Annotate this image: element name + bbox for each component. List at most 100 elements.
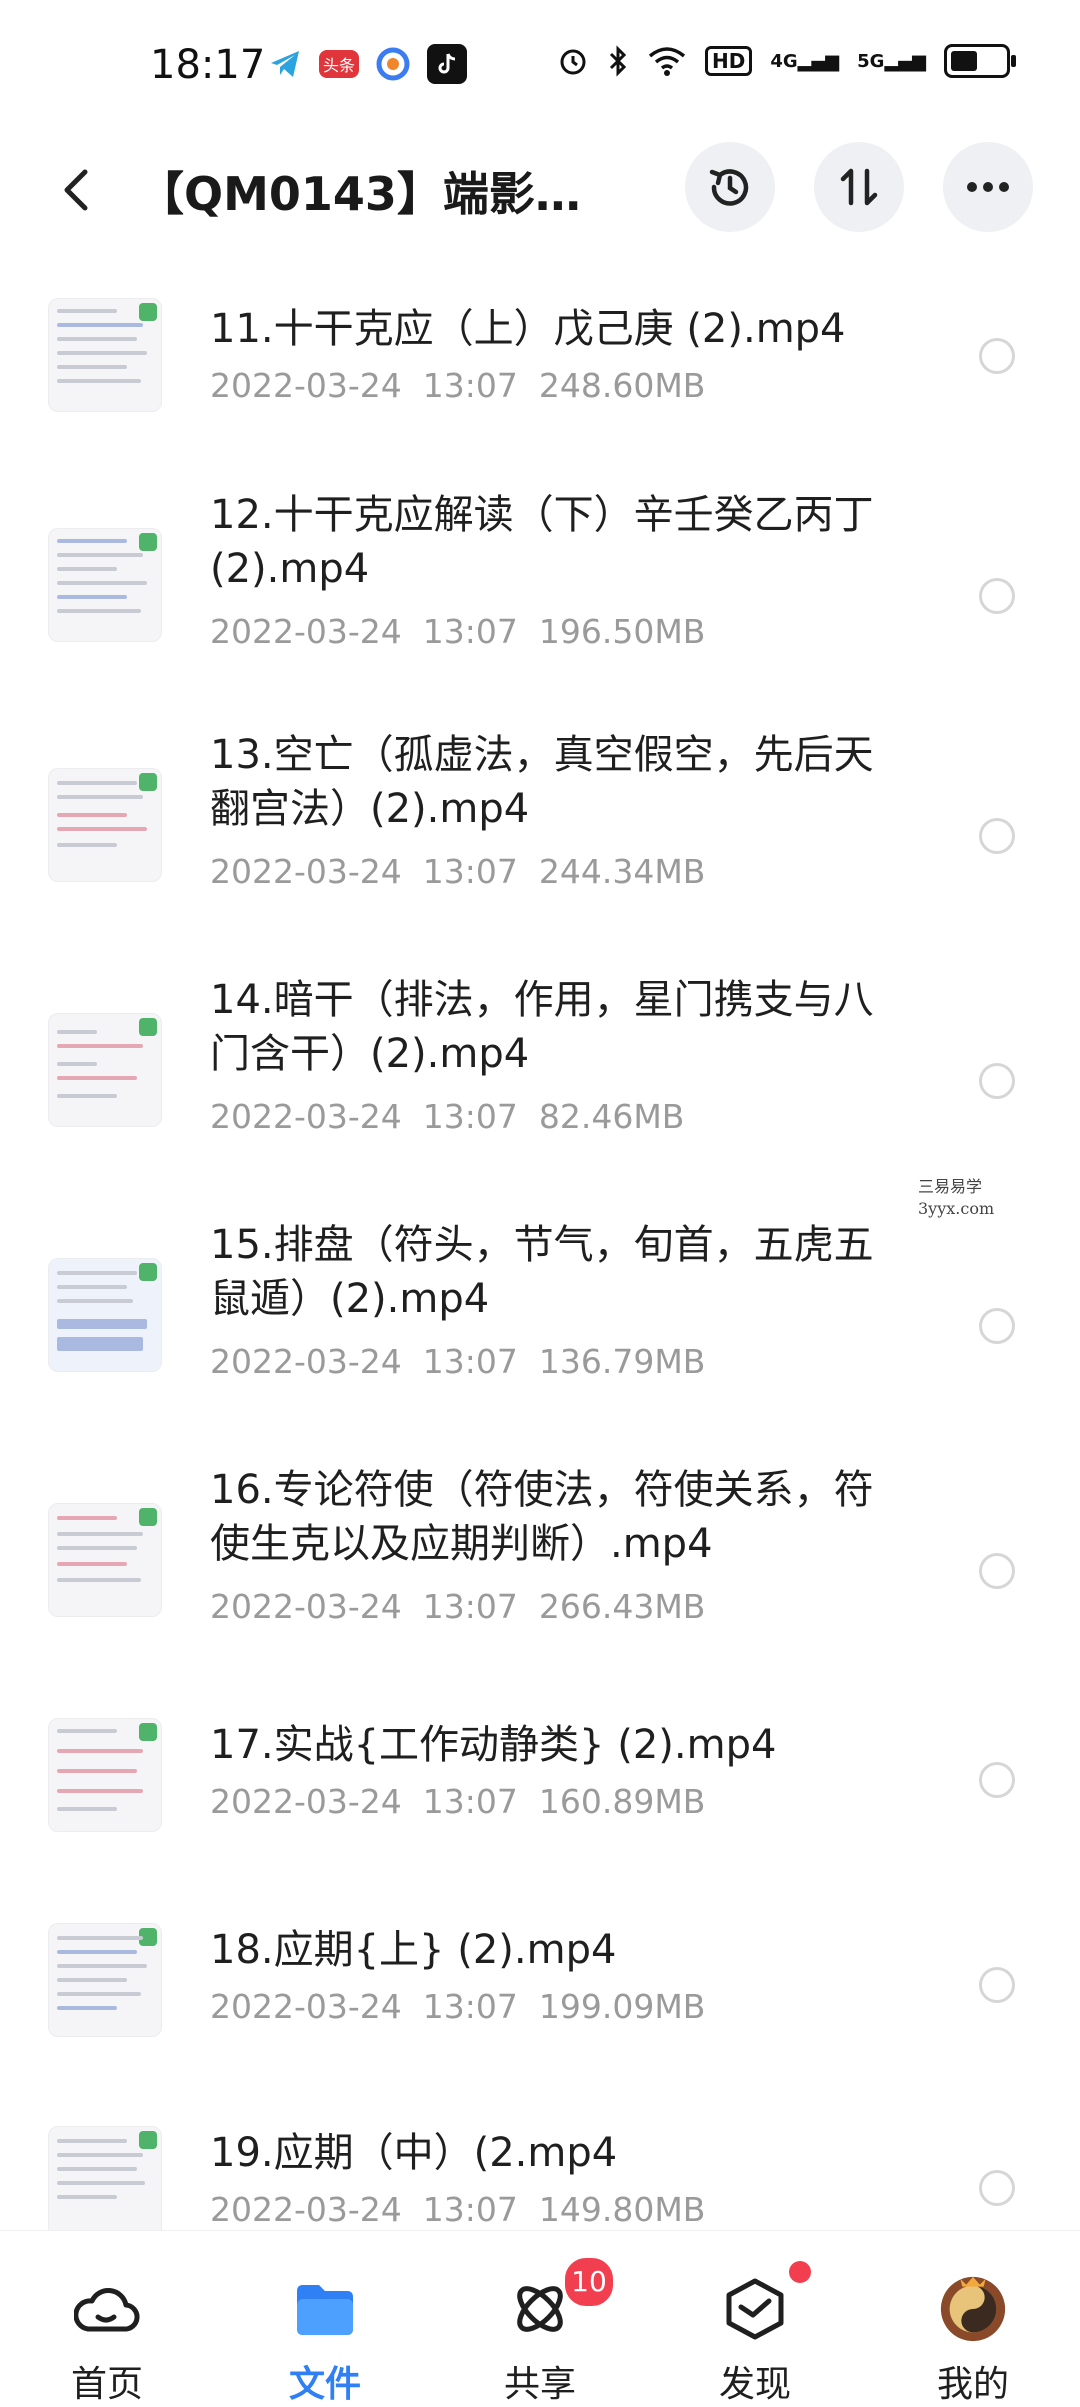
file-size: 149.80MB [538,2190,706,2229]
file-thumbnail [48,298,162,412]
file-name: 17.实战{工作动静类} (2).mp4 [210,1722,777,1768]
file-meta: 2022-03-24 13:07 149.80MB [210,2190,705,2229]
telegram-icon [265,44,305,84]
bluetooth-icon [609,45,627,77]
file-thumbnail [48,1013,162,1127]
notification-icons: 头条 [265,44,467,84]
nav-share-label: 共享 [503,2364,576,2405]
file-date: 2022-03-24 13:07 [210,1782,518,1821]
nav-me[interactable]: 我的 [898,2231,1048,2405]
file-meta: 2022-03-24 13:07 160.89MB [210,1782,705,1821]
file-date: 2022-03-24 13:07 [210,612,518,651]
file-size: 266.43MB [538,1587,706,1626]
nav-discover-label: 发现 [718,2364,791,2405]
wifi-icon [648,47,686,76]
file-thumbnail [48,1258,162,1372]
file-meta: 2022-03-24 13:07 266.43MB [210,1587,705,1626]
app-icon [373,44,413,84]
select-radio[interactable] [979,1308,1015,1344]
net2-label: 5G [857,50,885,72]
system-status: HD 4G▂▄▆ 5G▂▄▆ [557,44,1016,78]
nav-home[interactable]: 首页 [32,2231,182,2405]
toutiao-icon: 头条 [319,50,359,78]
file-name: 18.应期{上} (2).mp4 [210,1927,617,1973]
file-date: 2022-03-24 13:07 [210,852,518,891]
toutiao-label: 头条 [322,56,355,75]
file-size: 136.79MB [538,1342,706,1381]
share-badge: 10 [562,2255,616,2309]
tiktok-icon [427,44,467,84]
back-arrow-icon [64,169,88,211]
header: 【QM0143】端影奇... [0,130,1080,250]
file-name: 19.应期（中）(2.mp4 [210,2130,618,2176]
select-radio[interactable] [979,578,1015,614]
file-name: 11.十干克应（上）戊己庚 (2).mp4 [210,306,846,352]
nav-me-label: 我的 [936,2364,1009,2405]
sort-icon [840,168,878,206]
discover-dot [789,2261,811,2283]
nav-home-label: 首页 [70,2364,143,2405]
select-radio[interactable] [979,818,1015,854]
folder-icon [289,2273,361,2345]
file-date: 2022-03-24 13:07 [210,1587,518,1626]
file-date: 2022-03-24 13:07 [210,1097,518,1136]
back-button[interactable] [46,160,106,220]
nav-files[interactable]: 文件 [250,2231,400,2405]
select-radio[interactable] [979,1553,1015,1589]
file-date: 2022-03-24 13:07 [210,1987,518,2026]
file-date: 2022-03-24 13:07 [210,2190,518,2229]
select-radio[interactable] [979,1762,1015,1798]
file-meta: 2022-03-24 13:07 136.79MB [210,1342,705,1381]
file-date: 2022-03-24 13:07 [210,366,518,405]
select-radio[interactable] [979,1063,1015,1099]
page-title: 【QM0143】端影奇... [138,167,608,221]
status-time: 18:17 [150,42,266,88]
status-bar: 18:17 头条 HD 4G▂▄▆ 5G▂▄▆ [0,0,1080,130]
net1-label: 4G [770,50,798,72]
select-radio[interactable] [979,1967,1015,2003]
alarm-icon [560,49,586,75]
watermark-line1: 三易易学 [918,1177,983,1196]
file-size: 199.09MB [538,1987,706,2026]
hd-icon: HD [704,46,753,76]
file-meta: 2022-03-24 13:07 244.34MB [210,852,705,891]
nav-files-label: 文件 [288,2364,361,2405]
home-cloud-icon [71,2273,143,2345]
file-name: 16.专论符使（符使法，符使关系，符使生克以及应期判断）.mp4 [210,1467,874,1567]
watermark-line2: 3yyx.com [918,1199,995,1218]
file-thumbnail [48,528,162,642]
file-thumbnail [48,768,162,882]
watermark: 三易易学 3yyx.com [918,1176,994,1220]
file-meta: 2022-03-24 13:07 196.50MB [210,612,705,651]
select-radio[interactable] [979,2170,1015,2206]
history-icon [709,169,749,206]
file-thumbnail [48,1503,162,1617]
signal-5g-icon: 5G▂▄▆ [857,50,926,72]
nav-discover[interactable]: 发现 [680,2231,830,2405]
more-icon [967,182,1009,192]
file-date: 2022-03-24 13:07 [210,1342,518,1381]
select-radio[interactable] [979,338,1015,374]
history-button[interactable] [685,142,775,232]
file-size: 160.89MB [538,1782,706,1821]
avatar [937,2273,1009,2345]
discover-cube-icon [719,2273,791,2345]
file-thumbnail [48,2126,162,2230]
file-size: 82.46MB [538,1097,685,1136]
file-list[interactable]: 11.十干克应（上）戊己庚 (2).mp4 2022-03-24 13:07 2… [0,278,1080,2230]
file-meta: 2022-03-24 13:07 82.46MB [210,1097,684,1136]
bottom-nav: 首页 文件 共享 10 发现 我的 [0,2230,1080,2405]
file-meta: 2022-03-24 13:07 199.09MB [210,1987,705,2026]
signal-4g-icon: 4G▂▄▆ [770,50,840,72]
file-size: 196.50MB [538,612,706,651]
more-button[interactable] [943,142,1033,232]
file-name: 13.空亡（孤虚法，真空假空，先后天翻宫法）(2).mp4 [210,732,874,832]
file-thumbnail [48,1718,162,1832]
file-name: 12.十干克应解读（下）辛壬癸乙丙丁(2).mp4 [210,492,874,592]
battery-icon [944,44,1016,78]
file-name: 15.排盘（符头，节气，旬首，五虎五鼠遁）(2).mp4 [210,1222,874,1322]
file-thumbnail [48,1923,162,2037]
file-size: 244.34MB [538,852,706,891]
sort-button[interactable] [814,142,904,232]
file-size: 248.60MB [538,366,706,405]
